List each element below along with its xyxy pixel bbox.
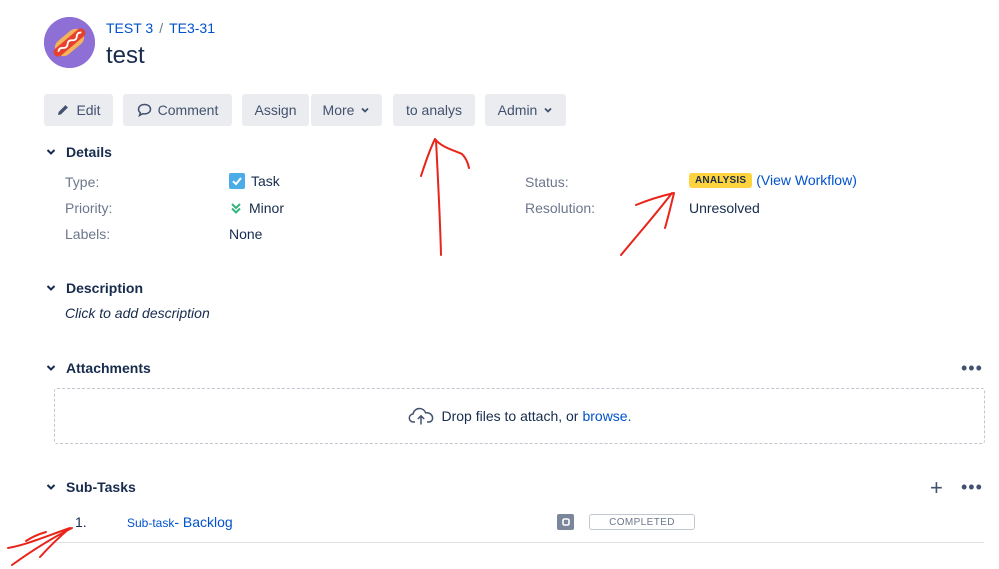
- to-analysis-transition-button[interactable]: to analys: [393, 94, 475, 126]
- page-title[interactable]: test: [106, 42, 145, 70]
- transition-button-label: to analys: [405, 102, 463, 118]
- description-heading: Description: [66, 280, 144, 296]
- double-chevron-down-icon: [231, 203, 241, 214]
- chevron-down-icon: [544, 107, 552, 113]
- subtask-status-icon: [557, 514, 574, 530]
- details-section-header[interactable]: Details: [44, 144, 112, 160]
- resolution-label: Resolution:: [525, 200, 596, 216]
- breadcrumb-project-link[interactable]: TEST 3: [106, 20, 153, 36]
- description-placeholder[interactable]: Click to add description: [65, 305, 210, 321]
- status-value: ANALYSIS (View Workflow): [689, 172, 857, 188]
- type-label: Type:: [65, 174, 100, 190]
- subtask-status-badge: COMPLETED: [589, 514, 695, 530]
- chevron-down-icon[interactable]: [44, 480, 58, 494]
- attachments-heading: Attachments: [66, 360, 151, 376]
- pencil-icon: [58, 105, 69, 115]
- subtask-summary[interactable]: - Backlog: [174, 514, 232, 530]
- priority-label: Priority:: [65, 200, 113, 216]
- priority-value: Minor: [229, 200, 284, 216]
- subtask-type[interactable]: Sub-task: [127, 516, 174, 530]
- comment-button[interactable]: Comment: [123, 94, 232, 126]
- breadcrumb: TEST 3 / TE3-31: [106, 20, 215, 36]
- hotdog-icon: [44, 17, 95, 68]
- arrow-to-status: [620, 192, 675, 256]
- view-workflow-link[interactable]: (View Workflow): [756, 172, 857, 188]
- more-button[interactable]: More: [311, 94, 382, 126]
- chevron-down-icon: [361, 107, 370, 113]
- breadcrumb-issue-link[interactable]: TE3-31: [169, 20, 215, 36]
- priority-value-text: Minor: [249, 200, 285, 216]
- status-label: Status:: [525, 174, 569, 190]
- details-heading: Details: [66, 144, 112, 160]
- chevron-down-icon[interactable]: [44, 145, 58, 159]
- arrow-to-transition: [420, 138, 470, 256]
- admin-button[interactable]: Admin: [485, 94, 566, 126]
- attachment-dropzone[interactable]: Drop files to attach, or browse.: [54, 388, 985, 444]
- chevron-down-icon[interactable]: [44, 281, 58, 295]
- subtasks-heading: Sub-Tasks: [66, 479, 136, 495]
- project-avatar[interactable]: [44, 17, 95, 68]
- dropzone-text: Drop files to attach, or: [441, 408, 579, 424]
- labels-label: Labels:: [65, 226, 111, 242]
- browse-link[interactable]: browse.: [582, 408, 631, 424]
- add-subtask-plus-icon[interactable]: +: [930, 477, 943, 499]
- assign-button-label: Assign: [254, 102, 297, 118]
- assign-button[interactable]: Assign: [242, 94, 309, 126]
- subtask-link[interactable]: Sub-task - Backlog: [127, 514, 233, 530]
- type-value-text: Task: [251, 173, 280, 189]
- subtasks-section-header[interactable]: Sub-Tasks: [44, 479, 136, 495]
- more-button-label: More: [322, 102, 355, 118]
- task-checkbox-icon: [229, 173, 245, 189]
- subtask-number: 1.: [75, 514, 87, 530]
- labels-value[interactable]: None: [229, 226, 262, 242]
- comment-button-label: Comment: [157, 102, 219, 118]
- breadcrumb-separator: /: [159, 20, 164, 36]
- resolution-value: Unresolved: [689, 200, 760, 216]
- annotation-arrows: [7, 138, 675, 566]
- speech-bubble-icon: [137, 103, 151, 117]
- cloud-upload-icon: [408, 407, 433, 425]
- more-actions-icon[interactable]: •••: [961, 359, 983, 377]
- attachments-section-header[interactable]: Attachments: [44, 360, 151, 376]
- edit-button-label: Edit: [76, 102, 101, 118]
- chevron-down-icon[interactable]: [44, 361, 58, 375]
- edit-button[interactable]: Edit: [44, 94, 113, 126]
- more-actions-icon[interactable]: •••: [961, 478, 983, 496]
- type-value: Task: [229, 173, 280, 189]
- status-lozenge: ANALYSIS: [689, 172, 753, 188]
- admin-button-label: Admin: [497, 102, 538, 118]
- description-section-header[interactable]: Description: [44, 280, 143, 296]
